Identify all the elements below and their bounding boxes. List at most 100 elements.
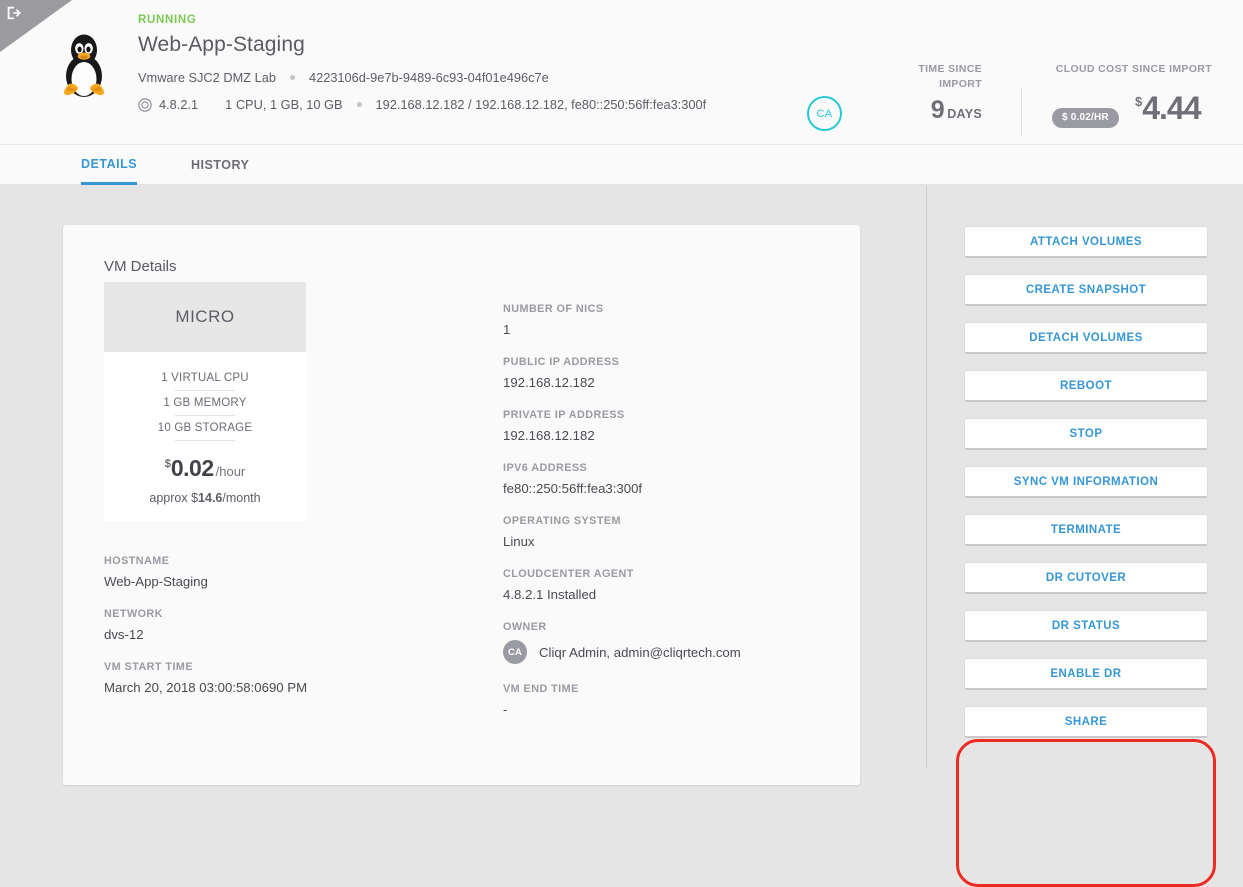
field-owner: OWNER CA Cliqr Admin, admin@cliqrtech.co… xyxy=(503,621,833,664)
field-label: NUMBER OF NICS xyxy=(503,303,604,315)
share-button[interactable]: SHARE xyxy=(964,706,1208,738)
dr-actions-highlight-annotation xyxy=(956,739,1216,887)
field-operating-system: OPERATING SYSTEM Linux xyxy=(503,515,833,549)
monthly-amount: 14.6 xyxy=(198,491,223,505)
field-value: Web-App-Staging xyxy=(104,574,208,589)
field-value: 192.168.12.182 xyxy=(503,375,595,390)
stop-button[interactable]: STOP xyxy=(964,418,1208,450)
field-label: VM END TIME xyxy=(503,683,579,695)
cost-amount: 4.44 xyxy=(1142,90,1201,126)
action-rail: ATTACH VOLUMES CREATE SNAPSHOT DETACH VO… xyxy=(964,226,1208,754)
page-title: Web-App-Staging xyxy=(138,33,305,56)
field-vm-end-time: VM END TIME - xyxy=(503,683,833,717)
main-content: VM Details MICRO 1 VIRTUAL CPU 1 GB MEMO… xyxy=(0,186,1243,887)
content-rail-divider xyxy=(926,186,927,769)
field-label: OWNER xyxy=(503,621,547,633)
field-label: PUBLIC IP ADDRESS xyxy=(503,356,620,368)
sync-vm-information-button[interactable]: SYNC VM INFORMATION xyxy=(964,466,1208,498)
sidebar-expand-corner[interactable] xyxy=(0,0,72,52)
days-unit: DAYS xyxy=(947,107,982,121)
cloud-cost-label: CLOUD COST SINCE IMPORT xyxy=(1055,63,1212,75)
field-label: OPERATING SYSTEM xyxy=(503,515,621,527)
instance-type-specs: 1 VIRTUAL CPU 1 GB MEMORY 10 GB STORAGE … xyxy=(104,352,306,521)
vm-uuid: 4223106d-9e7b-9489-6c93-04f01e496c7e xyxy=(308,70,549,85)
vm-resources: 1 CPU, 1 GB, 10 GB xyxy=(225,97,343,112)
field-cloudcenter-agent: CLOUDCENTER AGENT 4.8.2.1 Installed xyxy=(503,568,833,602)
card-title: VM Details xyxy=(104,258,177,275)
field-label: VM START TIME xyxy=(104,661,194,673)
field-value: 192.168.12.182 xyxy=(503,428,595,443)
dot-separator-icon-2 xyxy=(356,102,362,107)
owner-name-email: Cliqr Admin, admin@cliqrtech.com xyxy=(539,644,741,660)
time-since-import-value: 9 DAYS xyxy=(885,96,982,125)
details-column-middle: NUMBER OF NICS 1 PUBLIC IP ADDRESS 192.1… xyxy=(503,303,833,736)
spec-storage: 10 GB STORAGE xyxy=(157,422,253,434)
hourly-price: $0.02/hour xyxy=(104,455,306,482)
monthly-prefix: approx $ xyxy=(149,491,199,505)
spec-divider-3 xyxy=(175,440,235,441)
instance-type-box: MICRO 1 VIRTUAL CPU 1 GB MEMORY 10 GB ST… xyxy=(104,282,306,521)
enable-dr-button[interactable]: ENABLE DR xyxy=(964,658,1208,690)
spec-cpu: 1 VIRTUAL CPU xyxy=(161,372,249,384)
time-since-import-label: TIME SINCE IMPORT xyxy=(918,63,982,90)
dr-status-button[interactable]: DR STATUS xyxy=(964,610,1208,642)
dr-cutover-button[interactable]: DR CUTOVER xyxy=(964,562,1208,594)
target-ring-icon xyxy=(138,97,152,112)
hourly-rate-badge: $ 0.02/HR xyxy=(1052,108,1119,128)
status-badge: RUNNING xyxy=(138,14,197,26)
agent-version: 4.8.2.1 xyxy=(159,97,199,112)
price-period: /hour xyxy=(215,464,246,479)
field-vm-start-time: VM START TIME March 20, 2018 03:00:58:06… xyxy=(104,661,434,695)
spec-memory: 1 GB MEMORY xyxy=(163,397,247,409)
field-label: IPV6 ADDRESS xyxy=(503,462,588,474)
reboot-button[interactable]: REBOOT xyxy=(964,370,1208,402)
vm-details-card: VM Details MICRO 1 VIRTUAL CPU 1 GB MEMO… xyxy=(63,225,860,785)
field-hostname: HOSTNAME Web-App-Staging xyxy=(104,555,434,589)
days-count: 9 xyxy=(930,96,945,124)
instance-type-name: MICRO xyxy=(104,282,306,352)
login-arrow-icon[interactable] xyxy=(5,4,23,22)
create-snapshot-button[interactable]: CREATE SNAPSHOT xyxy=(964,274,1208,306)
field-value: 4.8.2.1 Installed xyxy=(503,587,597,602)
tab-history[interactable]: HISTORY xyxy=(191,145,249,185)
field-value: fe80::250:56ff:fea3:300f xyxy=(503,481,643,496)
field-number-of-nics: NUMBER OF NICS 1 xyxy=(503,303,833,337)
field-public-ip: PUBLIC IP ADDRESS 192.168.12.182 xyxy=(503,356,833,390)
cloud-name: Vmware SJC2 DMZ Lab xyxy=(138,70,276,85)
details-column-left: HOSTNAME Web-App-Staging NETWORK dvs-12 … xyxy=(104,555,434,714)
tab-details[interactable]: DETAILS xyxy=(81,145,138,185)
time-since-import-block: TIME SINCE IMPORT xyxy=(885,62,982,92)
header-divider xyxy=(1021,88,1022,136)
terminate-button[interactable]: TERMINATE xyxy=(964,514,1208,546)
field-value: dvs-12 xyxy=(104,627,144,642)
field-label: NETWORK xyxy=(104,608,163,620)
field-private-ip: PRIVATE IP ADDRESS 192.168.12.182 xyxy=(503,409,833,443)
tab-bar: DETAILS HISTORY xyxy=(0,145,1243,185)
detach-volumes-button[interactable]: DETACH VOLUMES xyxy=(964,322,1208,354)
field-value: - xyxy=(503,702,508,717)
vm-ip-list: 192.168.12.182 / 192.168.12.182, fe80::2… xyxy=(375,97,707,112)
vm-header-text: RUNNING Web-App-Staging Vmware SJC2 DMZ … xyxy=(138,14,706,112)
monthly-price: approx $14.6/month xyxy=(104,491,306,505)
dot-separator-icon xyxy=(289,75,295,80)
meta-row-cloud: Vmware SJC2 DMZ Lab 4223106d-9e7b-9489-6… xyxy=(138,70,706,85)
owner-row: CA Cliqr Admin, admin@cliqrtech.com xyxy=(503,640,833,664)
monthly-suffix: /month xyxy=(222,491,261,505)
price-amount: 0.02 xyxy=(170,455,214,481)
field-value: 1 xyxy=(503,322,511,337)
field-label: CLOUDCENTER AGENT xyxy=(503,568,634,580)
cloud-cost-value: $4.44 xyxy=(1135,90,1202,127)
field-network: NETWORK dvs-12 xyxy=(104,608,434,642)
owner-initials-badge[interactable]: CA xyxy=(807,96,842,131)
field-ipv6: IPV6 ADDRESS fe80::250:56ff:fea3:300f xyxy=(503,462,833,496)
field-label: PRIVATE IP ADDRESS xyxy=(503,409,625,421)
avatar: CA xyxy=(503,640,527,664)
field-label: HOSTNAME xyxy=(104,555,170,567)
field-value: Linux xyxy=(503,534,535,549)
meta-row-resources: 4.8.2.1 1 CPU, 1 GB, 10 GB 192.168.12.18… xyxy=(138,97,706,112)
cost-currency: $ xyxy=(1135,94,1143,109)
attach-volumes-button[interactable]: ATTACH VOLUMES xyxy=(964,226,1208,258)
vm-header: RUNNING Web-App-Staging Vmware SJC2 DMZ … xyxy=(0,0,1243,145)
cloud-cost-block: CLOUD COST SINCE IMPORT xyxy=(1040,62,1212,77)
price-currency: $ xyxy=(164,458,171,470)
